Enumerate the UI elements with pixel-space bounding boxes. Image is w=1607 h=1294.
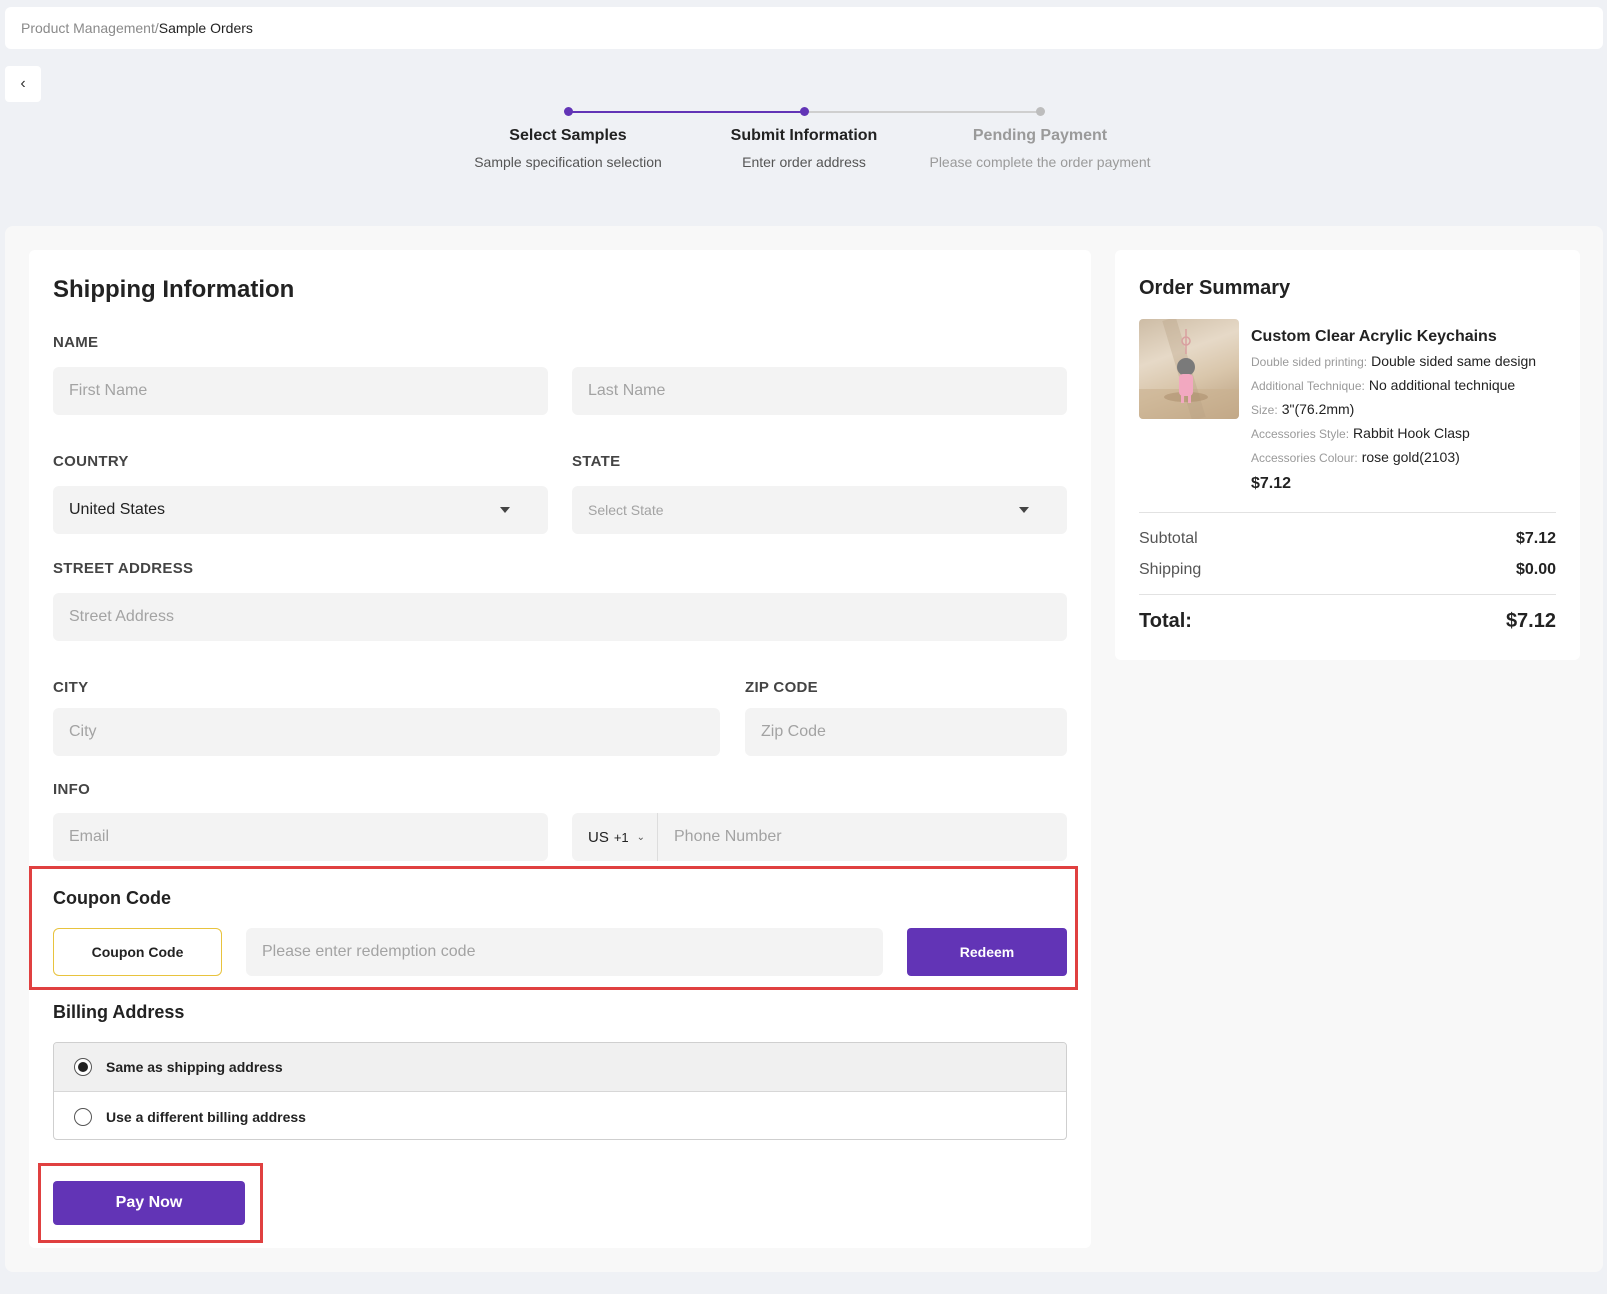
billing-option-different[interactable]: Use a different billing address [54,1092,1066,1139]
total-row: Total: $7.12 [1139,610,1556,633]
state-placeholder: Select State [588,502,664,518]
phone-country-code: +1 [613,829,629,845]
subtotal-label: Subtotal [1139,530,1198,547]
email-placeholder: Email [69,828,110,845]
zip-code-input[interactable]: Zip Code [745,708,1067,756]
redemption-code-input[interactable]: Please enter redemption code [246,928,883,976]
order-summary-title: Order Summary [1139,277,1291,299]
phone-country-select[interactable]: US +1 ⌄ [572,813,658,861]
billing-title: Billing Address [53,1002,185,1022]
subtotal-row: Subtotal $7.12 [1139,530,1556,548]
step-desc: Please complete the order payment [929,154,1151,170]
billing-option-same[interactable]: Same as shipping address [54,1043,1066,1092]
product-name: Custom Clear Acrylic Keychains [1251,328,1497,345]
product-thumbnail [1139,319,1239,419]
chevron-down-icon: ⌄ [636,831,646,843]
country-select[interactable]: United States [53,486,548,534]
product-spec: Accessories Style: Rabbit Hook Clasp [1251,425,1470,441]
spec-value: rose gold(2103) [1361,449,1460,465]
spec-value: Rabbit Hook Clasp [1353,425,1470,441]
back-button[interactable]: ‹ [5,66,41,102]
summary-divider [1139,594,1556,595]
step-select-samples: Select Samples Sample specification sele… [438,127,698,170]
keychain-image-icon [1139,319,1239,419]
last-name-input[interactable]: Last Name [572,367,1067,415]
step-connector-2 [804,111,1040,113]
coupon-code-toggle[interactable]: Coupon Code [53,928,222,976]
shipping-title: Shipping Information [53,276,295,303]
billing-option-label: Same as shipping address [106,1059,283,1075]
product-spec: Double sided printing: Double sided same … [1251,353,1536,369]
city-label: CITY [53,679,89,696]
product-spec: Accessories Colour: rose gold(2103) [1251,449,1460,465]
step-dot-2 [800,107,809,116]
spec-key: Size: [1251,403,1278,417]
step-dot-1 [564,107,573,116]
street-address-label: STREET ADDRESS [53,560,194,577]
spec-value: No additional technique [1368,377,1516,393]
breadcrumb: Product Management/ Sample Orders [5,7,1603,49]
country-value: United States [69,501,166,518]
product-price: $7.12 [1251,475,1292,492]
radio-selected-icon[interactable] [74,1058,92,1076]
info-label: INFO [53,781,91,798]
phone-country: US [588,828,609,846]
street-address-placeholder: Street Address [69,608,174,625]
total-label: Total: [1139,610,1192,632]
phone-number-input[interactable]: Phone Number [658,828,782,846]
spec-key: Accessories Style: [1251,427,1350,441]
city-input[interactable]: City [53,708,720,756]
product-spec: Additional Technique: No additional techn… [1251,377,1515,393]
last-name-placeholder: Last Name [588,382,666,399]
product-spec: Size: 3"(76.2mm) [1251,401,1354,417]
street-address-input[interactable]: Street Address [53,593,1067,641]
name-label: NAME [53,334,99,351]
breadcrumb-product-management[interactable]: Product Management/ [21,20,159,36]
caret-down-icon [500,507,510,513]
spec-key: Double sided printing: [1251,355,1368,369]
spec-value: Double sided same design [1371,353,1537,369]
redemption-code-placeholder: Please enter redemption code [262,943,476,960]
chevron-left-icon: ‹ [20,75,26,92]
phone-number-placeholder: Phone Number [674,828,782,845]
total-value: $7.12 [1505,610,1556,632]
step-connector-1 [568,111,804,113]
city-placeholder: City [69,723,97,740]
order-stepper: Select Samples Sample specification sele… [0,100,1607,180]
step-desc: Enter order address [742,154,866,170]
caret-down-icon [1019,507,1029,513]
state-select[interactable]: Select State [572,486,1067,534]
summary-divider [1139,512,1556,513]
first-name-input[interactable]: First Name [53,367,548,415]
phone-field: US +1 ⌄ Phone Number [572,813,1067,861]
step-dot-3 [1036,107,1045,116]
radio-unselected-icon[interactable] [74,1107,92,1126]
redeem-button[interactable]: Redeem [907,928,1067,976]
country-label: COUNTRY [53,453,129,470]
zip-code-label: ZIP CODE [745,679,818,696]
shipping-label: Shipping [1139,561,1202,578]
billing-options: Same as shipping address Use a different… [53,1042,1067,1140]
step-title: Submit Information [730,127,878,144]
step-pending-payment: Pending Payment Please complete the orde… [910,127,1170,170]
state-label: STATE [572,453,621,470]
pay-now-button[interactable]: Pay Now [53,1181,245,1225]
shipping-value: $0.00 [1515,561,1556,578]
zip-code-placeholder: Zip Code [761,723,826,740]
step-title: Pending Payment [972,127,1108,144]
subtotal-value: $7.12 [1515,530,1556,547]
step-desc: Sample specification selection [474,154,662,170]
spec-key: Additional Technique: [1251,379,1365,393]
billing-option-label: Use a different billing address [106,1108,306,1125]
spec-value: 3"(76.2mm) [1281,401,1355,417]
spec-key: Accessories Colour: [1251,451,1358,465]
email-input[interactable]: Email [53,813,548,861]
step-submit-information: Submit Information Enter order address [674,127,934,170]
shipping-row: Shipping $0.00 [1139,561,1556,579]
first-name-placeholder: First Name [69,382,148,399]
breadcrumb-sample-orders: Sample Orders [158,20,253,36]
step-title: Select Samples [509,127,627,144]
coupon-title: Coupon Code [53,888,171,908]
